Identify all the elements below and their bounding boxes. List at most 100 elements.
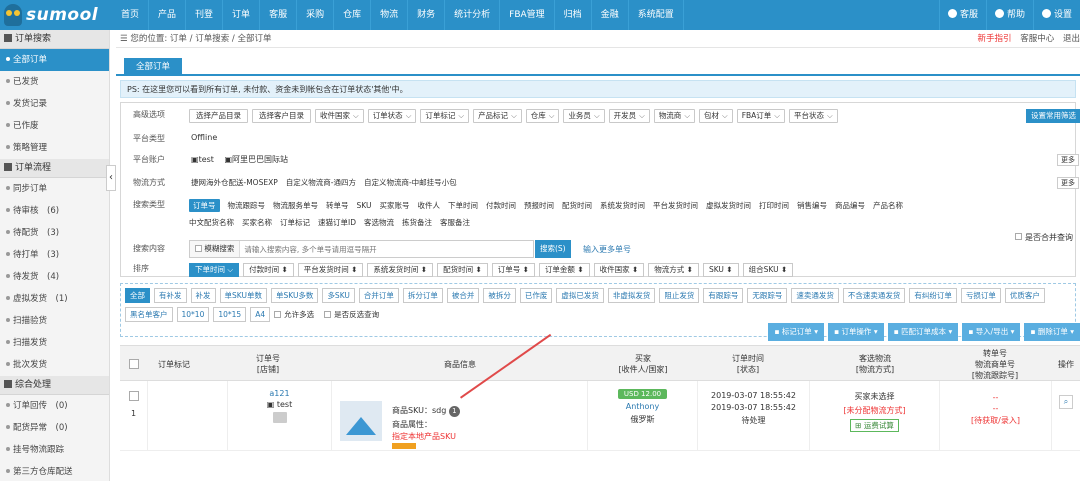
sidebar-item[interactable]: 发货记录: [0, 93, 109, 115]
logistics-option[interactable]: 捷网海外仓配送-MOSEXP: [191, 177, 278, 188]
filter-select[interactable]: 平台状态: [788, 109, 838, 123]
sidebar-item[interactable]: 虚拟发货 (1): [0, 288, 109, 310]
row-checkbox[interactable]: [128, 391, 139, 401]
sidebar-item[interactable]: 扫描验货: [0, 310, 109, 332]
search-type-option[interactable]: 客服备注: [440, 217, 470, 228]
nav-item[interactable]: 统计分析: [445, 0, 501, 30]
status-filter-tag[interactable]: 有跟踪号: [703, 288, 744, 303]
status-checkbox-option[interactable]: 允许多选: [274, 309, 314, 320]
filter-select[interactable]: 产品标记: [473, 109, 522, 123]
search-type-option[interactable]: 转单号: [326, 200, 349, 211]
guide-link[interactable]: 新手指引: [978, 34, 1012, 44]
status-filter-tag[interactable]: 全部: [125, 288, 150, 303]
search-type-option[interactable]: 商品编号: [835, 200, 865, 211]
search-type-option[interactable]: 产品名称: [873, 200, 903, 211]
search-type-option[interactable]: 虚拟发货时间: [706, 200, 751, 211]
status-filter-tag[interactable]: 非虚拟发货: [607, 288, 656, 303]
status-filter-tag[interactable]: 补发: [190, 288, 216, 303]
nav-item[interactable]: 产品: [149, 0, 187, 30]
filter-select[interactable]: 业务员: [563, 109, 605, 123]
help-link[interactable]: 帮助: [985, 0, 1033, 30]
sort-button[interactable]: 下单时间 ⌵: [189, 263, 240, 277]
sort-button[interactable]: 付款时间 ⬍: [243, 263, 294, 277]
sidebar-item[interactable]: 待审核 (6): [0, 200, 109, 222]
sort-button[interactable]: 收件国家 ⬍: [593, 263, 645, 277]
sidebar-item[interactable]: 扫描发货: [0, 332, 109, 354]
nav-item[interactable]: 客服: [260, 0, 298, 30]
status-checkbox-option[interactable]: 是否反选查询: [324, 309, 379, 320]
search-type-option[interactable]: 付款时间: [486, 200, 516, 211]
sidebar-item[interactable]: 待配货 (3): [0, 222, 109, 244]
settings-link[interactable]: 设置: [1032, 0, 1080, 30]
checkbox[interactable]: [274, 311, 282, 318]
search-type-option[interactable]: 订单号: [189, 199, 220, 212]
sort-button[interactable]: 组合SKU ⬍: [742, 263, 794, 277]
status-filter-tag[interactable]: 10*15: [213, 307, 247, 322]
status-filter-tag[interactable]: 拆分订单: [402, 288, 443, 303]
search-type-option[interactable]: 买家名称: [242, 217, 272, 228]
search-type-option[interactable]: 物流跟踪号: [228, 200, 266, 211]
sort-button[interactable]: 物流方式 ⬍: [648, 263, 699, 277]
status-filter-tag[interactable]: 被合并: [446, 288, 480, 303]
sidebar-item[interactable]: 挂号物流跟踪: [0, 439, 109, 461]
status-filter-tag[interactable]: 速卖通发货: [791, 288, 839, 303]
status-filter-tag[interactable]: 合并订单: [358, 288, 399, 303]
product-image[interactable]: [340, 401, 382, 441]
status-filter-tag[interactable]: 无跟踪号: [747, 288, 788, 303]
sidebar-section-header[interactable]: 综合处理: [0, 376, 109, 395]
sidebar-item[interactable]: 已发货: [0, 71, 109, 93]
action-button[interactable]: ▪ 匹配订单成本 ▾: [887, 323, 959, 341]
status-filter-tag[interactable]: 有补发: [154, 288, 187, 303]
search-type-option[interactable]: 客选物流: [364, 217, 394, 228]
sort-button[interactable]: 订单金额 ⬍: [538, 263, 590, 277]
account-alibaba[interactable]: 阿里巴巴国际站: [232, 155, 288, 164]
sort-button[interactable]: 配货时间 ⬍: [437, 263, 488, 277]
view-detail-search-icon[interactable]: ⌕: [1059, 395, 1073, 409]
sidebar-collapse-handle[interactable]: ‹: [106, 165, 116, 191]
sort-button[interactable]: 系统发货时间 ⬍: [367, 263, 434, 277]
filter-select[interactable]: 开发员: [608, 109, 650, 123]
sidebar-item[interactable]: 待打单 (3): [0, 244, 109, 266]
shipping-calc-button[interactable]: ⊞ 运费试算: [850, 419, 899, 432]
sidebar-item[interactable]: 第三方仓库配送: [0, 461, 109, 483]
account-test[interactable]: test: [199, 155, 214, 164]
nav-item[interactable]: 金融: [592, 0, 629, 30]
tab-all-orders[interactable]: 全部订单: [124, 58, 183, 76]
sort-button[interactable]: 订单号 ⬍: [491, 263, 535, 277]
status-filter-tag[interactable]: 有纠纷订单: [909, 288, 957, 303]
platform-type-value[interactable]: Offline: [191, 133, 217, 142]
catalog-button[interactable]: 选择客户目录: [252, 109, 311, 123]
nav-item[interactable]: FBA管理: [500, 0, 555, 30]
nav-item[interactable]: 首页: [112, 0, 150, 30]
action-button[interactable]: ▪ 标记订单 ▾: [768, 323, 824, 341]
search-type-option[interactable]: 收件人: [417, 200, 440, 211]
fuzzy-search-checkbox[interactable]: [195, 245, 202, 252]
search-type-option[interactable]: 订单标记: [280, 217, 310, 228]
sidebar-item[interactable]: 策略管理: [0, 137, 109, 159]
sidebar-item[interactable]: 已作废: [0, 115, 109, 137]
sidebar-section-header[interactable]: 订单流程: [0, 159, 109, 178]
tracking-pending-link[interactable]: [待获取/录入]: [940, 415, 1051, 426]
more-numbers-link[interactable]: 输入更多单号: [583, 244, 631, 255]
checkbox[interactable]: [324, 311, 332, 318]
status-filter-tag[interactable]: 黑名单客户: [125, 307, 173, 322]
search-type-option[interactable]: 买家账号: [379, 200, 409, 211]
status-filter-tag[interactable]: 虚拟已发货: [556, 288, 604, 303]
filter-select[interactable]: 包材: [699, 109, 733, 123]
filter-select[interactable]: 订单标记: [420, 109, 470, 123]
status-filter-tag[interactable]: 亏损订单: [960, 288, 1001, 303]
search-type-option[interactable]: 速猫订单ID: [318, 217, 356, 228]
buyer-link[interactable]: Anthony: [588, 402, 697, 411]
filter-select[interactable]: FBA订单: [736, 109, 785, 123]
logo[interactable]: sumool: [0, 0, 112, 30]
service-center-link[interactable]: 客服中心: [1020, 34, 1054, 44]
logistics-option[interactable]: 自定义物流商-中邮挂号小包: [364, 177, 457, 188]
sidebar-item[interactable]: 配货异常 (0): [0, 417, 109, 439]
search-input[interactable]: [240, 241, 521, 257]
filter-select[interactable]: 收件国家: [315, 109, 364, 123]
sidebar-item[interactable]: 同步订单: [0, 178, 109, 200]
search-type-option[interactable]: 配货时间: [562, 200, 592, 211]
status-filter-tag[interactable]: 阻止发货: [659, 288, 700, 303]
more-logistics-button[interactable]: 更多: [1057, 177, 1079, 189]
merge-query-checkbox[interactable]: [1015, 233, 1023, 240]
